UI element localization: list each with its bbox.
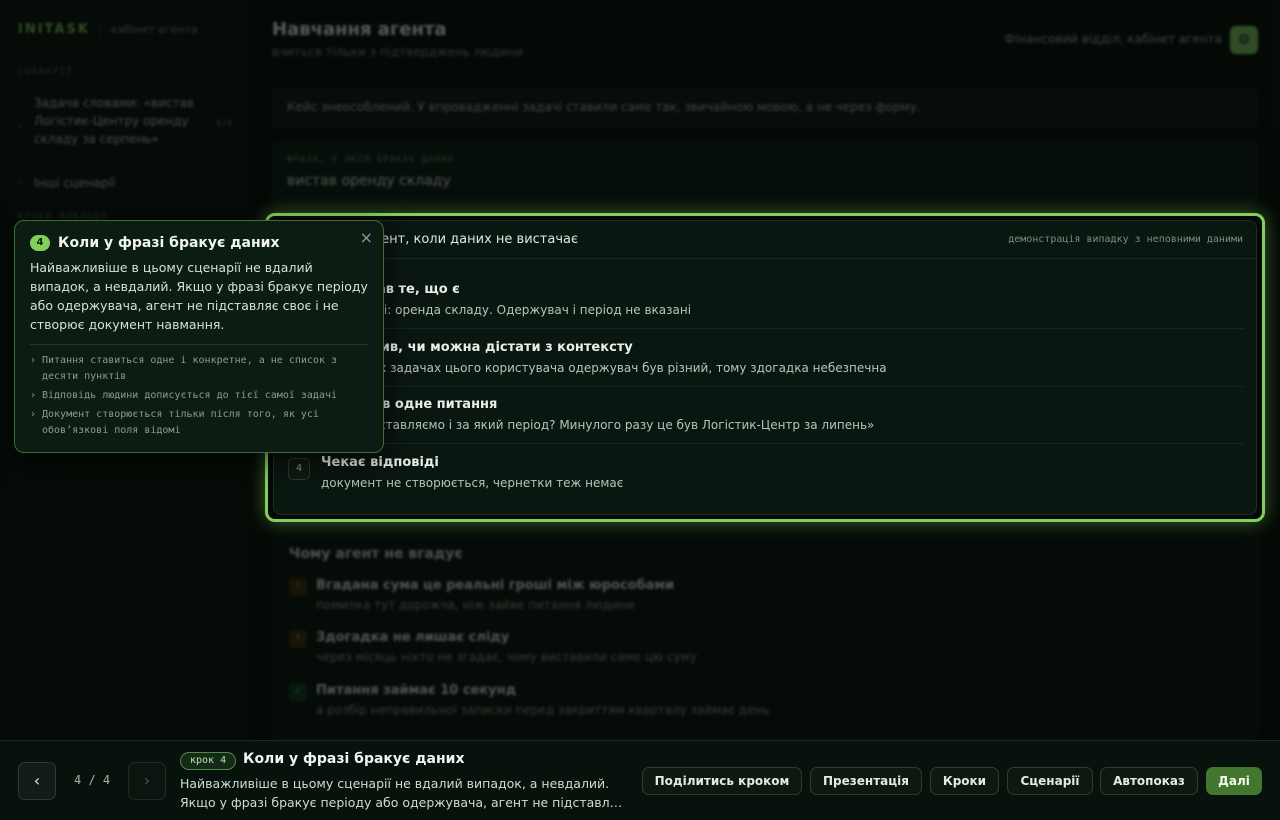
tooltip-header: 4 Коли у фразі бракує даних	[30, 235, 368, 251]
tooltip-point-text: Документ створюється тільки після того, …	[42, 409, 319, 436]
tooltip-point-text: Питання ставиться одне і конкретне, а не…	[42, 355, 338, 382]
step-pager: 4 / 4	[74, 773, 111, 787]
step-number: 4	[288, 458, 310, 480]
panel-note: демонстрація випадку з неповними даними	[1008, 234, 1243, 245]
close-icon[interactable]: ×	[360, 228, 373, 247]
steps-button[interactable]: Кроки	[930, 767, 999, 795]
presentation-button[interactable]: Презентація	[810, 767, 922, 795]
tooltip-point-text: Відповідь людини дописується до тієї сам…	[42, 390, 338, 401]
chevron-right-icon: ›	[30, 390, 37, 401]
tooltip-divider	[30, 344, 368, 345]
tour-step-desc: Найважливіше в цьому сценарії не вдалий …	[180, 774, 626, 812]
tooltip-point: › Відповідь людини дописується до тієї с…	[30, 388, 368, 404]
tooltip-step-badge: 4	[30, 235, 50, 251]
tour-bar: ‹ 4 / 4 › крок 4 Коли у фразі бракує дан…	[0, 740, 1280, 820]
tour-step-title: Коли у фразі бракує даних	[243, 751, 465, 767]
tooltip-point: › Документ створюється тільки після того…	[30, 407, 368, 439]
chevron-right-icon: ›	[30, 409, 37, 420]
tooltip-body: Найважливіше в цьому сценарії не вдалий …	[30, 260, 368, 332]
tour-desc-line: Найважливіше в цьому сценарії не вдалий …	[180, 776, 610, 791]
next-step-arrow-button[interactable]: ›	[128, 762, 166, 800]
tour-step-badge: крок 4	[180, 752, 237, 770]
step-row: 4 Чекає відповіді документ не створюєтьс…	[288, 445, 1244, 502]
step-row: 3 Поставив одне питання «Кому виставляєм…	[288, 387, 1244, 444]
agent-steps-panel: Що робить агент, коли даних не вистачає …	[273, 220, 1257, 515]
next-button[interactable]: Далі	[1206, 767, 1262, 795]
scenarios-button[interactable]: Сценарії	[1007, 767, 1093, 795]
tooltip-title: Коли у фразі бракує даних	[58, 235, 280, 251]
prev-step-button[interactable]: ‹	[18, 762, 56, 800]
step-desc: в останніх задачах цього користувача оде…	[321, 361, 887, 375]
tour-tooltip: 4 Коли у фразі бракує даних × Найважливі…	[14, 220, 384, 453]
step-title: Чекає відповіді	[321, 455, 439, 470]
step-desc: документ не створюється, чернетки теж не…	[321, 476, 624, 490]
tour-desc-line: Якщо у фразі бракує періоду або одержува…	[180, 795, 623, 810]
step-row: 2 Перевірив, чи можна дістати з контекст…	[288, 330, 1244, 387]
panel-header: Що робить агент, коли даних не вистачає …	[274, 221, 1256, 259]
share-step-button[interactable]: Поділитись кроком	[642, 767, 802, 795]
autoplay-button[interactable]: Автопоказ	[1100, 767, 1198, 795]
chevron-right-icon: ›	[30, 355, 37, 366]
step-row: 1 Розпізнав те, що є тип задачі: оренда …	[288, 272, 1244, 329]
tooltip-point: › Питання ставиться одне і конкретне, а …	[30, 353, 368, 385]
step-desc: «Кому виставляємо і за який період? Мину…	[321, 418, 875, 432]
tooltip-points: › Питання ставиться одне і конкретне, а …	[30, 353, 368, 439]
